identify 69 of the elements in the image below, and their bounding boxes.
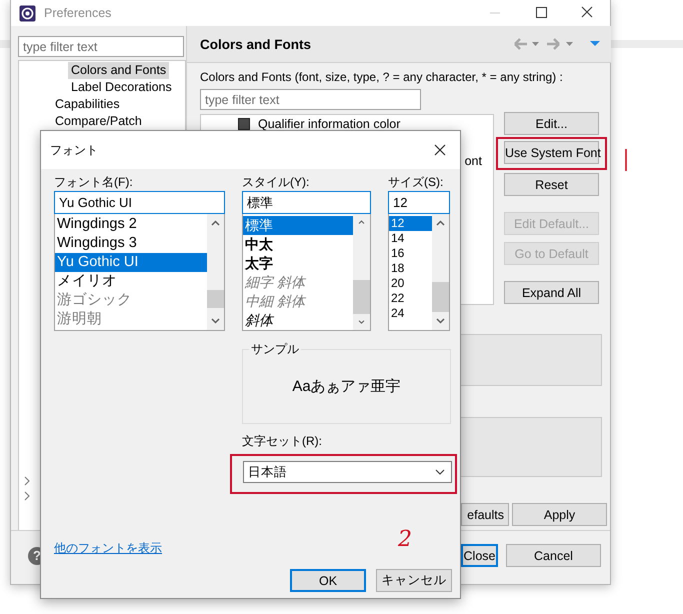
scrollbar[interactable] (207, 214, 224, 330)
scroll-down-icon[interactable] (357, 320, 366, 324)
handwritten-note: 2 (398, 527, 412, 552)
list-item[interactable]: 24 (389, 306, 432, 321)
scrollbar[interactable] (353, 214, 370, 330)
tree-item[interactable]: Colors and Fonts (68, 62, 170, 79)
scrollbar[interactable] (432, 214, 449, 330)
list-item[interactable]: 太字 (243, 254, 353, 273)
scroll-up-icon[interactable] (211, 220, 220, 226)
filter-field[interactable]: type filter text (18, 36, 184, 57)
size-field[interactable]: 12 (388, 191, 450, 214)
charset-dropdown[interactable]: 日本語 (243, 461, 452, 483)
list-item[interactable]: 斜体 (243, 311, 353, 330)
filter-field[interactable]: type filter text (200, 89, 421, 110)
pen-mark (624, 148, 628, 172)
list-item[interactable]: 20 (389, 276, 432, 291)
tree-item[interactable]: Capabilities (52, 96, 123, 113)
action-button[interactable]: efaults (461, 503, 509, 526)
dialog-title: フォント (50, 142, 99, 158)
dialog-button[interactable]: Cancel (506, 544, 601, 567)
window-title: Preferences (44, 6, 112, 20)
tree-item[interactable]: Compare/Patch (52, 113, 145, 130)
scroll-up-icon[interactable] (436, 220, 445, 226)
dialog-button[interactable]: キャンセル (376, 569, 452, 592)
dialog-button[interactable]: OK (290, 569, 366, 592)
scroll-thumb[interactable] (432, 282, 449, 312)
scroll-up-icon[interactable] (357, 220, 366, 224)
navigation-icons[interactable] (513, 37, 603, 51)
field-label: 文字セット(R): (242, 434, 323, 448)
list-item[interactable]: Yu Gothic UI (55, 253, 207, 272)
description-text: Colors and Fonts (font, size, type, ? = any character, * = any string) : (200, 69, 564, 85)
list-item[interactable]: メイリオ (55, 272, 207, 291)
list-item[interactable]: 游ゴシック (55, 291, 207, 310)
list-item[interactable]: Wingdings 2 (55, 215, 207, 234)
group-label: サンプル (249, 341, 301, 358)
list-item[interactable]: Qualifier information color (258, 116, 400, 130)
sample-text: Aaあぁアァ亜宇 (292, 377, 401, 396)
field-label: スタイル(Y): (242, 175, 310, 189)
list-item[interactable]: 18 (389, 261, 432, 276)
style-field[interactable]: 標準 (242, 191, 371, 214)
tree-item[interactable]: Label Decorations (68, 79, 175, 96)
list-item[interactable]: 標準 (243, 216, 353, 235)
action-button[interactable]: Apply (512, 503, 607, 526)
list-item[interactable]: 12 (389, 216, 432, 231)
caret-icon (435, 469, 445, 475)
scroll-down-icon[interactable] (436, 318, 445, 324)
font-name-field[interactable]: Yu Gothic UI (54, 191, 225, 214)
list-item[interactable]: ont (464, 154, 482, 168)
action-button[interactable]: Expand All (504, 281, 599, 304)
field-label: フォント名(F): (54, 175, 134, 189)
list-item[interactable]: 中太 (243, 235, 353, 254)
page-title: Colors and Fonts (200, 36, 312, 52)
list-item[interactable]: 游明朝 (55, 310, 207, 329)
list-item[interactable]: 22 (389, 291, 432, 306)
action-button[interactable]: Edit... (504, 112, 599, 135)
list-item[interactable]: 細字 斜体 (243, 273, 353, 292)
more-fonts-link[interactable]: 他のフォントを表示 (54, 540, 162, 557)
field-label: サイズ(S): (388, 175, 444, 189)
dialog-button[interactable]: Close (461, 544, 498, 567)
action-button[interactable]: Reset (504, 173, 599, 196)
scroll-down-icon[interactable] (211, 318, 220, 324)
list-item[interactable]: Wingdings 3 (55, 234, 207, 253)
list-item[interactable]: 中細 斜体 (243, 292, 353, 311)
action-button[interactable]: Use System Font (504, 141, 599, 164)
scroll-thumb[interactable] (207, 290, 224, 308)
app-icon (19, 4, 36, 22)
list-item[interactable]: 16 (389, 246, 432, 261)
scroll-thumb[interactable] (353, 280, 370, 314)
list-item[interactable]: 14 (389, 231, 432, 246)
